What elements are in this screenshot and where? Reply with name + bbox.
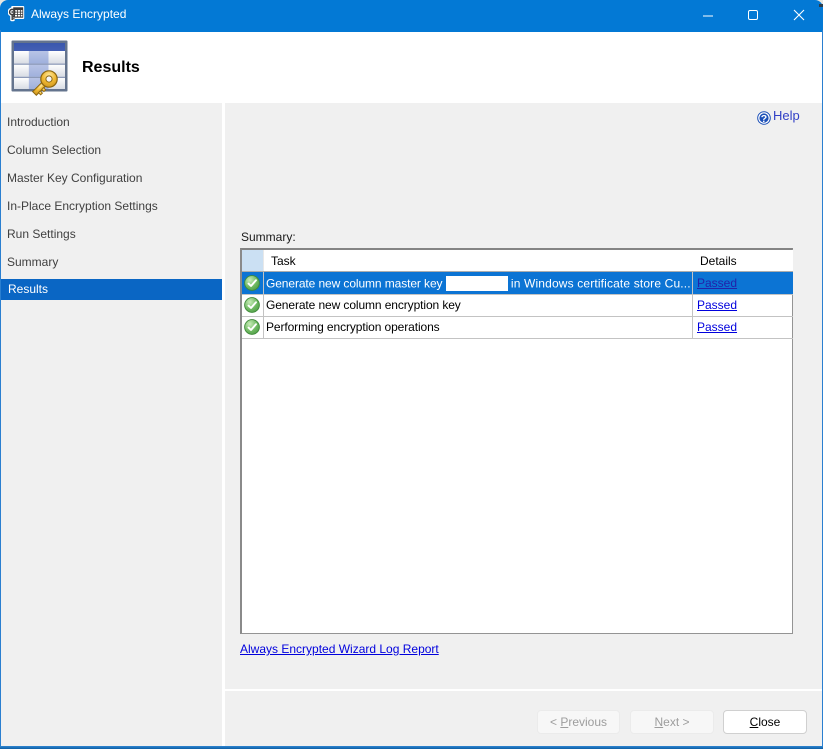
svg-text:?: ? xyxy=(761,113,767,125)
